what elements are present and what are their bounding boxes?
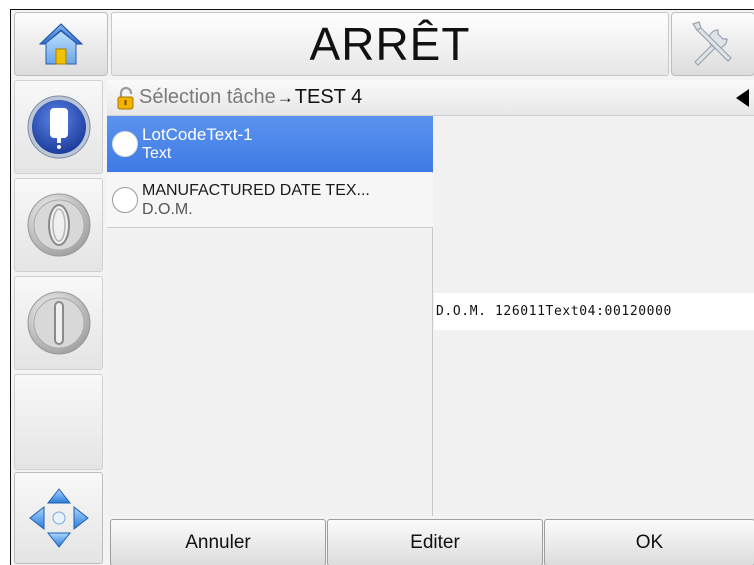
jet-stop-icon <box>27 291 90 355</box>
ok-button[interactable]: OK <box>544 519 754 565</box>
back-arrow-icon[interactable] <box>736 89 749 107</box>
edit-button[interactable]: Editer <box>327 519 543 565</box>
cancel-button[interactable]: Annuler <box>110 519 326 565</box>
nav-jet-stop-button[interactable] <box>14 276 103 370</box>
breadcrumb: Sélection tâche → TEST 4 <box>107 80 754 116</box>
app-frame: ARRÊT Sélection tâche → TEST 4 LotCodeTe… <box>10 9 754 565</box>
status-title: ARRÊT <box>111 12 669 76</box>
tools-button[interactable] <box>671 12 754 76</box>
lock-icon <box>115 86 137 110</box>
message-preview-text: D.O.M. 126011Text04:00120000 <box>434 293 754 330</box>
navigation-arrows-button[interactable] <box>14 472 103 564</box>
radio-button[interactable] <box>112 187 138 213</box>
breadcrumb-current: TEST 4 <box>294 86 363 108</box>
home-button[interactable] <box>14 12 108 76</box>
message-preview-panel: D.O.M. 126011Text04:00120000 <box>434 116 754 516</box>
list-item-type: Text <box>142 145 172 162</box>
nav-printer-button[interactable] <box>14 80 103 174</box>
list-item-name: MANUFACTURED DATE TEX... <box>142 182 370 199</box>
job-field-list: LotCodeText-1 Text MANUFACTURED DATE TEX… <box>107 116 433 516</box>
list-item-name: LotCodeText-1 <box>142 125 253 144</box>
list-item-type: D.O.M. <box>142 201 193 218</box>
navigation-arrows-icon <box>28 488 89 548</box>
home-icon <box>38 23 84 65</box>
breadcrumb-root[interactable]: Sélection tâche <box>139 86 276 109</box>
nav-empty-slot <box>14 374 103 470</box>
list-item[interactable]: MANUFACTURED DATE TEX... D.O.M. <box>107 173 433 228</box>
nav-jet-start-button[interactable] <box>14 178 103 272</box>
tools-icon <box>692 21 732 66</box>
printer-icon <box>27 95 90 159</box>
jet-start-icon <box>27 193 90 257</box>
radio-button[interactable] <box>112 131 138 157</box>
list-item[interactable]: LotCodeText-1 Text <box>107 116 433 172</box>
breadcrumb-separator: → <box>276 87 294 107</box>
